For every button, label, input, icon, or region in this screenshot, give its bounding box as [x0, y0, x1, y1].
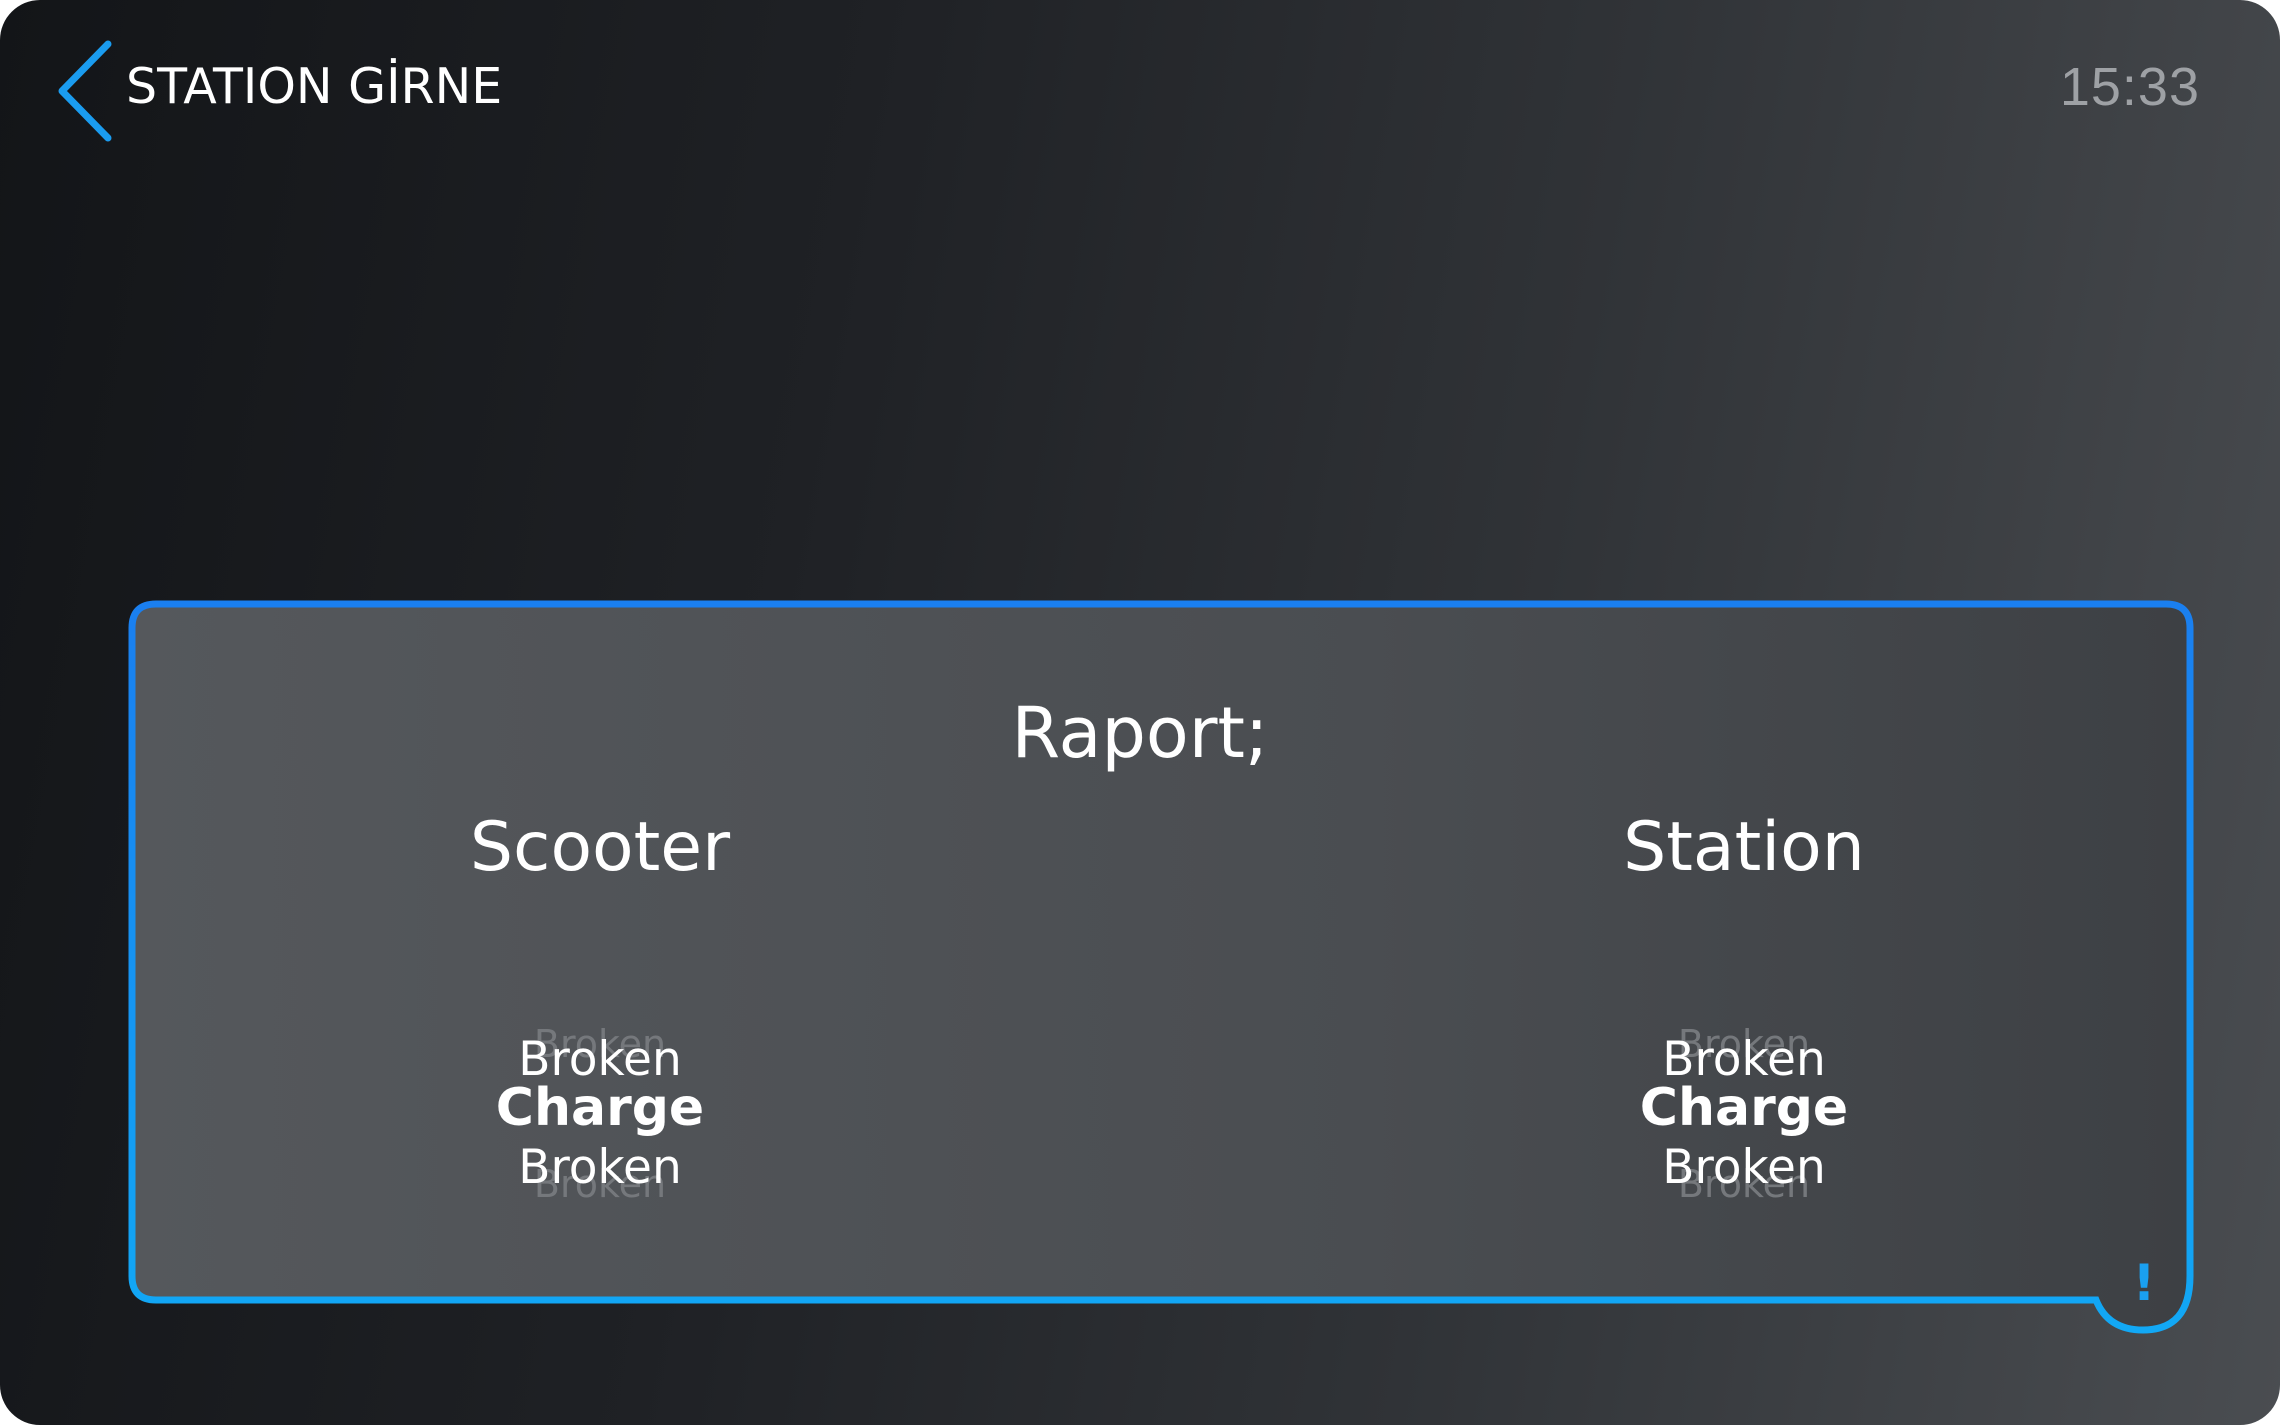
station-heading: Station: [1623, 808, 1865, 887]
station-column: Station Broken Broken Charge Broken Brok…: [1484, 808, 2004, 1232]
station-screen: STATION GİRNE 15:33 Raport; Scooter Brok…: [0, 0, 2280, 1425]
clock: 15:33: [2059, 57, 2200, 117]
picker-option[interactable]: Broken: [340, 1140, 860, 1195]
back-button[interactable]: [50, 36, 120, 146]
scooter-heading: Scooter: [469, 808, 731, 887]
picker-option[interactable]: Broken: [1484, 1140, 2004, 1195]
report-title: Raport;: [1011, 692, 1269, 774]
station-status-picker[interactable]: Broken Broken Charge Broken Broken: [1484, 1022, 2004, 1232]
exclamation-icon[interactable]: !: [2124, 1255, 2164, 1311]
station-title: STATION GİRNE: [126, 58, 503, 115]
picker-selected-option[interactable]: Charge: [340, 1078, 860, 1138]
picker-selected-option[interactable]: Charge: [1484, 1078, 2004, 1138]
scooter-column: Scooter Broken Broken Charge Broken Brok…: [340, 808, 860, 1232]
chevron-left-icon: [50, 36, 120, 146]
scooter-status-picker[interactable]: Broken Broken Charge Broken Broken: [340, 1022, 860, 1232]
